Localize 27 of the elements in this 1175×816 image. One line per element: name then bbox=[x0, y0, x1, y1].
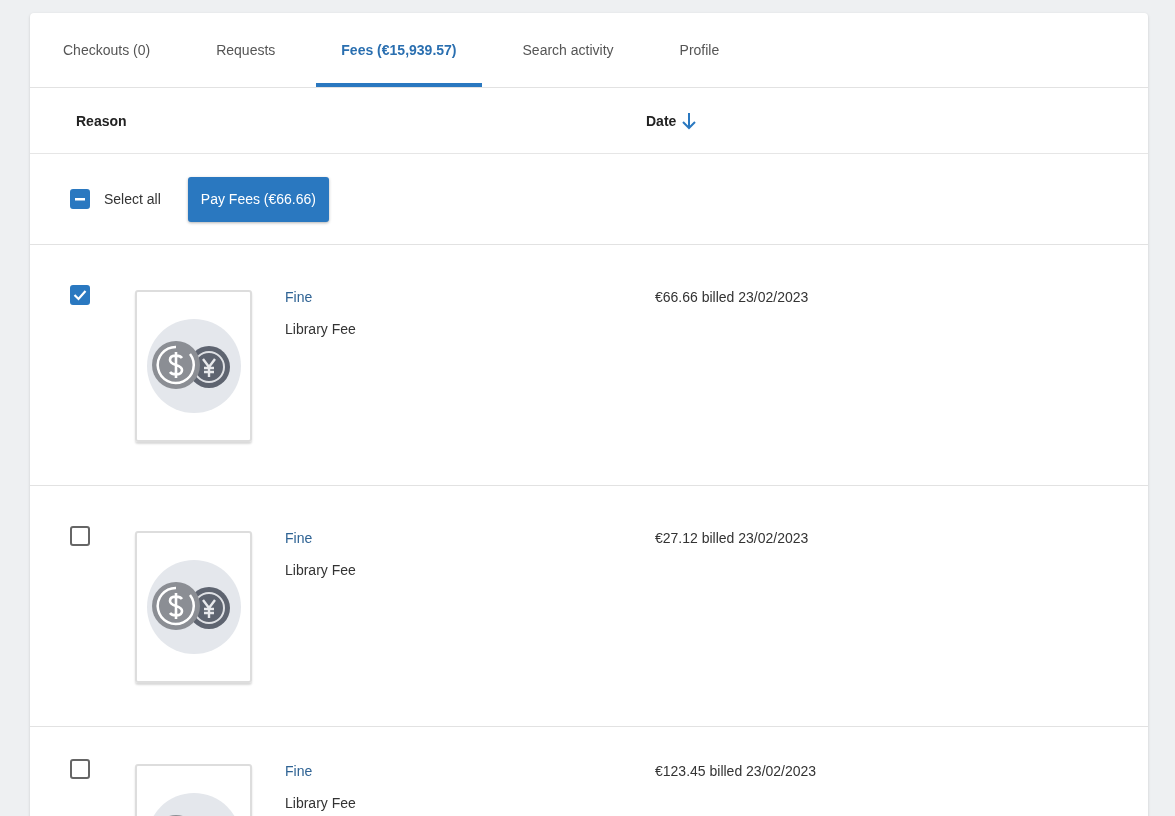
coins-icon bbox=[145, 318, 242, 414]
coins-icon bbox=[145, 559, 242, 655]
tab[interactable]: Checkouts (0) bbox=[38, 13, 176, 87]
row-checkbox[interactable] bbox=[70, 759, 90, 779]
tab[interactable]: Requests bbox=[191, 13, 301, 87]
column-header[interactable]: Date bbox=[646, 111, 697, 130]
fee-description: Library Fee bbox=[285, 321, 357, 337]
tab[interactable]: Fees (€15,939.57) bbox=[316, 13, 482, 87]
pay-fees-button[interactable]: Pay Fees (€66.66) bbox=[187, 176, 329, 222]
billed-amount: €66.66 billed 23/02/2023 bbox=[655, 289, 810, 307]
row-checkbox[interactable] bbox=[70, 526, 90, 546]
billed-amount: €27.12 billed 23/02/2023 bbox=[655, 530, 810, 548]
tab[interactable]: Profile bbox=[654, 13, 745, 87]
billed-amount: €123.45 billed 23/02/2023 bbox=[655, 763, 818, 781]
select-all-label: Select all bbox=[104, 191, 161, 207]
sort-arrow-icon[interactable] bbox=[682, 111, 697, 130]
tab[interactable]: Search activity bbox=[497, 13, 639, 87]
checkmark-icon bbox=[73, 289, 87, 301]
fee-type-link[interactable]: Fine bbox=[285, 289, 655, 305]
minus-icon bbox=[75, 197, 85, 201]
row-checkbox[interactable] bbox=[70, 285, 90, 305]
select-all-checkbox[interactable] bbox=[70, 189, 90, 209]
fee-description: Library Fee bbox=[285, 562, 357, 578]
column-header[interactable]: Reason bbox=[76, 112, 127, 129]
fee-description: Library Fee bbox=[285, 795, 357, 811]
fee-type-link[interactable]: Fine bbox=[285, 530, 655, 546]
fee-type-link[interactable]: Fine bbox=[285, 763, 655, 779]
